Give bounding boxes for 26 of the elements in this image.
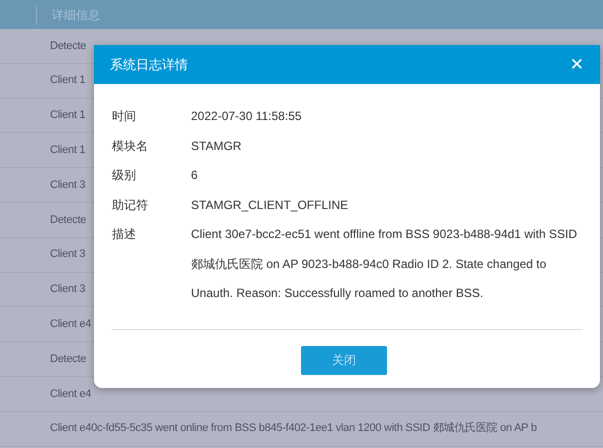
table-cell-text: Client e4 — [50, 386, 92, 402]
field-label: 级别 — [112, 167, 137, 184]
table-cell-text: Client e4 — [50, 317, 92, 332]
field-label: 模块名 — [112, 138, 149, 154]
field-value: STAMGR — [191, 138, 242, 154]
field-value: 2022-07-30 11:58:55 — [191, 108, 303, 125]
field-label: 助记符 — [112, 196, 149, 214]
table-cell-text: Client e40c-fd55-5c35 went online from BSS b845-f402-1ee1 vlan 1200 with SSID 郯城仇氏医院 on AP b — [50, 421, 537, 436]
dialog-title: 系统日志详情 — [110, 56, 188, 74]
close-button[interactable]: 关闭 — [301, 346, 387, 374]
close-button[interactable]: ✕ — [566, 56, 588, 73]
field-label: 描述 — [112, 226, 137, 243]
field-label: 时间 — [112, 108, 137, 125]
table-cell-text: Client 3 — [50, 247, 86, 262]
column-header: 详细信息 — [52, 6, 100, 24]
table-cell-text: Client 3 — [50, 178, 86, 193]
table-cell-text: Detecte — [50, 352, 86, 367]
field-value: STAMGR_CLIENT_OFFLINE — [191, 196, 350, 214]
table-cell-text: Client 1 — [50, 108, 86, 124]
table-cell-text: Client 3 — [50, 282, 86, 298]
field-value: 6 — [191, 167, 199, 184]
field-value: Client 30e7-bcc2-ec51 went offline from BSS 9023-b488-94d1 with SSID 郯城仇氏医院 on AP 9023-b488-94c0 Radio ID 2. State changed to Unauth. Reason: Successfully roamed to another BSS. — [191, 226, 578, 302]
table-cell-text: Client 1 — [50, 143, 86, 158]
table-cell-text: Client 1 — [50, 73, 86, 88]
table-cell-text: Detecte — [50, 38, 86, 54]
table-cell-text: Detecte — [50, 212, 86, 228]
